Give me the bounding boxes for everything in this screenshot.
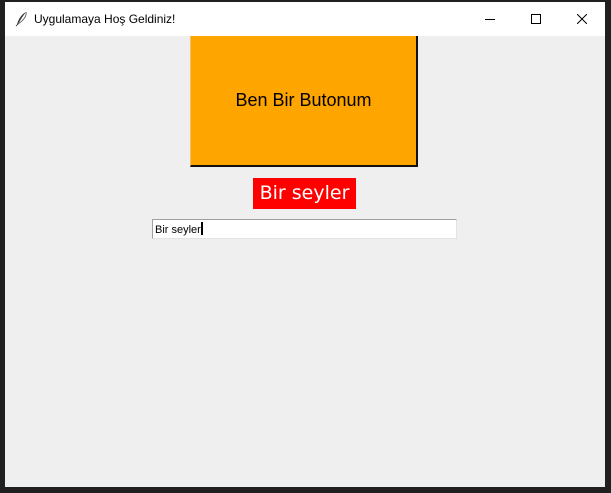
feather-icon	[14, 11, 30, 27]
main-button[interactable]: Ben Bir Butonum	[190, 36, 418, 167]
minimize-button[interactable]	[467, 2, 513, 36]
maximize-icon	[531, 14, 541, 24]
text-entry[interactable]: Bir seyler	[152, 219, 457, 239]
maximize-button[interactable]	[513, 2, 559, 36]
entry-value: Bir seyler	[155, 224, 201, 236]
text-caret	[200, 222, 203, 235]
close-icon	[577, 14, 587, 24]
window-title: Uygulamaya Hoş Geldiniz!	[34, 12, 176, 26]
app-window: Uygulamaya Hoş Geldiniz! Ben Bir Butonum…	[5, 2, 605, 487]
red-label: Bir seyler	[253, 178, 356, 209]
minimize-icon	[485, 19, 495, 20]
title-bar[interactable]: Uygulamaya Hoş Geldiniz!	[5, 2, 605, 36]
close-button[interactable]	[559, 2, 605, 36]
